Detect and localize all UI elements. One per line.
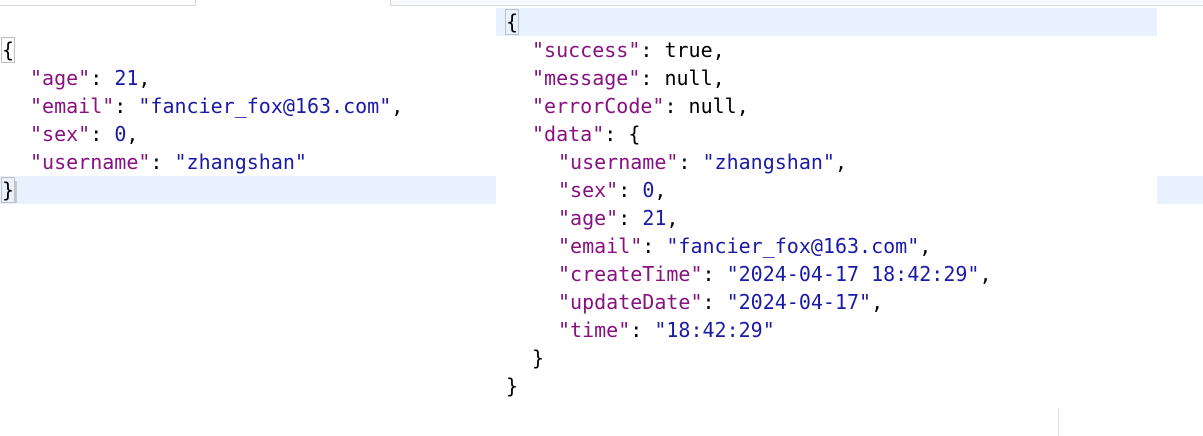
- colon-separator: :: [702, 290, 727, 314]
- json-value: 0: [114, 122, 127, 146]
- data-close-brace: }: [532, 346, 545, 370]
- close-brace-line: }: [506, 372, 518, 400]
- json-key: "sex": [558, 178, 619, 202]
- right-margin-highlight: [1157, 176, 1203, 204]
- json-value: 0: [642, 178, 655, 202]
- text-cursor: [15, 180, 18, 203]
- json-property-line: "createTime": "2024-04-17 18:42:29",: [558, 260, 992, 288]
- json-key: "createTime": [558, 262, 703, 286]
- json-property-line: "email": "fancier_fox@163.com",: [558, 232, 931, 260]
- colon-separator: :: [702, 262, 727, 286]
- json-key: "username": [30, 150, 151, 174]
- json-value: "fancier_fox@163.com": [138, 94, 392, 118]
- json-key: "email": [30, 94, 115, 118]
- json-property-line: "data": {: [532, 120, 640, 148]
- data-close-brace-line: }: [532, 344, 544, 372]
- colon-separator: :: [90, 66, 115, 90]
- json-value: true: [664, 38, 713, 62]
- open-brace: {: [0, 37, 16, 63]
- trailing-comma: ,: [391, 94, 404, 118]
- open-brace-line: {: [0, 36, 16, 64]
- json-value: "zhangshan": [702, 150, 835, 174]
- colon-separator: :: [618, 178, 643, 202]
- request-json-editor[interactable]: { "age": 21, "email": "fancier_fox@163.co…: [0, 8, 496, 436]
- json-value: null: [688, 94, 737, 118]
- trailing-comma: ,: [712, 66, 725, 90]
- json-property-line: "username": "zhangshan",: [558, 148, 847, 176]
- json-property-line: "sex": 0,: [558, 176, 666, 204]
- trailing-comma: ,: [712, 38, 725, 62]
- trailing-comma: ,: [871, 290, 884, 314]
- json-key: "updateDate": [558, 290, 703, 314]
- trailing-comma: ,: [666, 206, 679, 230]
- trailing-comma: ,: [736, 94, 749, 118]
- current-line-highlight-top: [496, 8, 1157, 36]
- close-brace-line: }: [0, 176, 18, 204]
- colon-separator: :: [150, 150, 175, 174]
- colon-separator: :: [114, 94, 139, 118]
- json-key: "age": [558, 206, 619, 230]
- trailing-comma: ,: [979, 262, 992, 286]
- json-property-line: "username": "zhangshan": [30, 148, 307, 176]
- open-brace-line: {: [504, 8, 520, 36]
- close-brace: }: [0, 177, 16, 203]
- colon-separator: :: [664, 94, 689, 118]
- json-property-line: "errorCode": null,: [532, 92, 749, 120]
- trailing-comma: ,: [834, 150, 848, 174]
- response-json-editor[interactable]: { "success": true, "message": null, "error…: [496, 8, 1203, 436]
- colon-separator: :: [90, 122, 115, 146]
- json-key: "success": [532, 38, 641, 62]
- json-key: "age": [30, 66, 91, 90]
- json-value: 21: [642, 206, 667, 230]
- close-brace: }: [506, 374, 519, 398]
- json-key: "time": [558, 318, 631, 342]
- json-value: null: [664, 66, 713, 90]
- json-value: 21: [114, 66, 139, 90]
- right-tab-strip: [390, 0, 1203, 6]
- trailing-comma: ,: [919, 234, 932, 258]
- json-value: {: [628, 122, 641, 146]
- json-value: "fancier_fox@163.com": [666, 234, 920, 258]
- json-property-line: "sex": 0,: [30, 120, 138, 148]
- current-line-highlight: [0, 176, 496, 204]
- trailing-comma: ,: [654, 178, 667, 202]
- colon-separator: :: [618, 206, 643, 230]
- json-value: "18:42:29": [654, 318, 775, 342]
- json-property-line: "email": "fancier_fox@163.com",: [30, 92, 403, 120]
- json-key: "errorCode": [532, 94, 665, 118]
- json-property-line: "age": 21,: [30, 64, 150, 92]
- colon-separator: :: [604, 122, 629, 146]
- json-property-line: "age": 21,: [558, 204, 678, 232]
- colon-separator: :: [642, 234, 667, 258]
- open-brace: {: [504, 9, 520, 35]
- json-key: "data": [532, 122, 605, 146]
- json-property-line: "updateDate": "2024-04-17",: [558, 288, 883, 316]
- json-key: "username": [558, 150, 679, 174]
- trailing-comma: ,: [138, 66, 151, 90]
- json-key: "sex": [30, 122, 91, 146]
- left-tab-strip: [0, 0, 196, 6]
- json-key: "email": [558, 234, 643, 258]
- json-value: "2024-04-17 18:42:29": [726, 262, 980, 286]
- json-property-line: "success": true,: [532, 36, 725, 64]
- colon-separator: :: [630, 318, 655, 342]
- json-value: "zhangshan": [174, 150, 307, 174]
- json-key: "message": [532, 66, 641, 90]
- json-property-line: "time": "18:42:29": [558, 316, 775, 344]
- trailing-comma: ,: [126, 122, 139, 146]
- scrollbar-edge[interactable]: [1058, 408, 1059, 436]
- json-value: "2024-04-17": [726, 290, 872, 314]
- colon-separator: :: [678, 150, 703, 174]
- colon-separator: :: [640, 38, 665, 62]
- json-property-line: "message": null,: [532, 64, 725, 92]
- colon-separator: :: [640, 66, 665, 90]
